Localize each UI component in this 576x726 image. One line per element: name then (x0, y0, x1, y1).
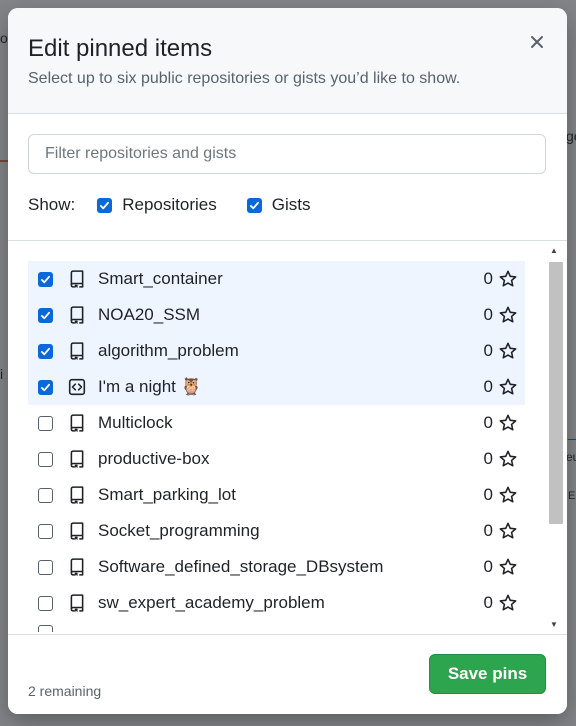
star-count: 0 (483, 377, 493, 396)
scrollbar-thumb[interactable] (549, 262, 563, 524)
check-icon (40, 275, 51, 283)
list-item[interactable]: Software_defined_storage_DBsystem 0 (28, 549, 525, 585)
repositories-label: Repositories (122, 195, 217, 214)
item-name: Multiclock (98, 413, 173, 432)
repo-icon (68, 594, 86, 612)
dialog-footer: 2 remaining Save pins (8, 634, 567, 714)
repo-icon (68, 306, 86, 324)
list-item-partial[interactable] (28, 621, 525, 632)
star-count: 0 (483, 449, 493, 468)
code-square-icon (68, 378, 86, 396)
star-icon (499, 414, 517, 432)
star-icon (499, 594, 517, 612)
star-count: 0 (483, 305, 493, 324)
star-count: 0 (483, 413, 493, 432)
item-name: Socket_programming (98, 521, 260, 540)
list-item[interactable]: productive-box 0 (28, 441, 525, 477)
item-checkbox[interactable] (38, 307, 53, 323)
star-count: 0 (483, 485, 493, 504)
star-count: 0 (483, 269, 493, 288)
repo-icon (68, 522, 86, 540)
pinnable-items-list[interactable]: Smart_container 0 NOA20_SSM 0 algorithm_prob… (8, 240, 567, 632)
item-name: Smart_container (98, 269, 223, 288)
list-item[interactable]: algorithm_problem 0 (28, 333, 525, 369)
edit-pinned-dialog: Edit pinned items Select up to six publi… (8, 8, 567, 714)
star-icon (499, 522, 517, 540)
item-checkbox[interactable] (38, 415, 53, 431)
dialog-title: Edit pinned items (28, 35, 213, 62)
item-name: productive-box (98, 449, 210, 468)
item-checkbox[interactable] (38, 523, 53, 539)
repo-icon (68, 270, 86, 288)
scroll-up-arrow-icon[interactable]: ▲ (547, 244, 561, 256)
item-name: I'm a night 🦉 (98, 377, 202, 396)
star-icon (499, 270, 517, 288)
item-checkbox[interactable] (38, 343, 53, 359)
star-count: 0 (483, 593, 493, 612)
star-icon (499, 558, 517, 576)
list-item[interactable]: sw_expert_academy_problem 0 (28, 585, 525, 621)
gists-label: Gists (271, 195, 311, 214)
repositories-checkbox[interactable] (97, 197, 113, 213)
remaining-count: 2 remaining (28, 683, 102, 699)
show-filters: Show: Repositories Gists (8, 174, 567, 236)
gists-filter[interactable]: Gists (246, 195, 311, 215)
repo-icon (68, 342, 86, 360)
item-name: Smart_parking_lot (98, 485, 236, 504)
item-checkbox[interactable] (38, 624, 53, 632)
star-count: 0 (483, 557, 493, 576)
list-item[interactable]: Smart_parking_lot 0 (28, 477, 525, 513)
check-icon (100, 201, 110, 209)
item-checkbox[interactable] (38, 595, 53, 611)
item-name: algorithm_problem (98, 341, 239, 360)
repositories-filter[interactable]: Repositories (97, 195, 217, 215)
list-item[interactable]: Multiclock 0 (28, 405, 525, 441)
gists-checkbox[interactable] (246, 197, 262, 213)
list-item[interactable]: Smart_container 0 (28, 261, 525, 297)
star-icon (499, 450, 517, 468)
save-pins-button[interactable]: Save pins (429, 654, 546, 694)
dialog-header: Edit pinned items Select up to six publi… (8, 8, 567, 114)
dialog-subtitle: Select up to six public repositories or … (28, 70, 461, 87)
item-checkbox[interactable] (38, 379, 53, 395)
scroll-down-arrow-icon[interactable]: ▼ (547, 618, 561, 630)
item-checkbox[interactable] (38, 271, 53, 287)
item-name: NOA20_SSM (98, 305, 201, 324)
star-icon (499, 306, 517, 324)
star-icon (499, 342, 517, 360)
close-button[interactable] (527, 32, 547, 52)
star-count: 0 (483, 521, 493, 540)
repo-icon (68, 414, 86, 432)
star-icon (499, 378, 517, 396)
list-item[interactable]: Socket_programming 0 (28, 513, 525, 549)
check-icon (40, 347, 51, 355)
repo-icon (68, 450, 86, 468)
repo-icon (68, 486, 86, 504)
item-checkbox[interactable] (38, 487, 53, 503)
list-item[interactable]: NOA20_SSM 0 (28, 297, 525, 333)
close-icon (531, 36, 543, 48)
item-checkbox[interactable] (38, 559, 53, 575)
repo-icon (68, 558, 86, 576)
check-icon (40, 383, 51, 391)
show-label: Show: (28, 195, 76, 214)
check-icon (40, 311, 51, 319)
item-name: Software_defined_storage_DBsystem (98, 557, 384, 576)
list-scrollbar[interactable]: ▲ ▼ (547, 244, 563, 630)
item-checkbox[interactable] (38, 451, 53, 467)
filter-input[interactable] (28, 134, 546, 174)
item-name: sw_expert_academy_problem (98, 593, 325, 612)
star-icon (499, 486, 517, 504)
star-count: 0 (483, 341, 493, 360)
list-item[interactable]: I'm a night 🦉 0 (28, 369, 525, 405)
check-icon (249, 201, 259, 209)
